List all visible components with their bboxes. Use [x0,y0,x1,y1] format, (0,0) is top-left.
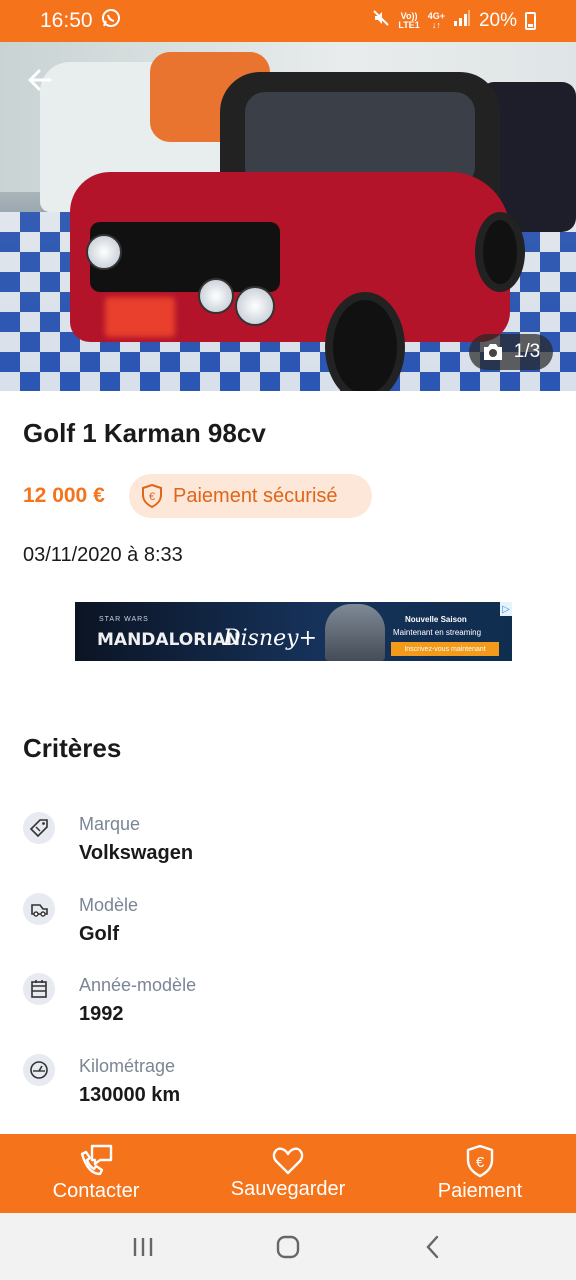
ad-headline: Nouvelle Saison [405,615,467,624]
network-type-indicator: 4G+ ↓↑ [428,12,445,30]
shield-euro-icon: € [466,1144,494,1178]
criteria-value: Volkswagen [79,842,194,864]
svg-text:€: € [149,491,155,503]
status-time: 16:50 [40,9,93,32]
home-button[interactable] [266,1225,310,1269]
contact-button[interactable]: Contacter [0,1134,192,1213]
data-arrows-icon: ↓↑ [431,20,441,30]
svg-text:€: € [476,1154,485,1171]
car-headlight-mid [198,278,234,314]
ad-mandalorian: MANDALORIAN [97,630,241,650]
criteria-label: Marque [79,814,141,834]
car-plate-blurred [105,297,175,337]
criteria-value: 130000 km [79,1084,181,1106]
tag-icon [23,812,55,844]
battery-icon [525,12,536,30]
battery-percent: 20% [478,10,517,31]
criteria-value: Golf [79,923,119,945]
signal-icon [453,9,471,33]
heart-icon [272,1147,304,1175]
secure-payment-label: Paiement sécurisé [173,484,338,507]
listing-title: Golf 1 Karman 98cv [23,418,266,448]
car-headlight-left [86,234,122,270]
car-headlight-right [235,286,275,326]
shield-euro-icon: € [142,484,162,508]
arrow-left-icon [28,69,52,91]
recent-apps-button[interactable] [121,1225,165,1269]
criteria-item-brand: Marque Volkswagen [23,812,543,876]
ad-mandalorian-figure [325,604,385,661]
calendar-icon [23,973,55,1005]
back-nav-button[interactable] [411,1225,455,1269]
ad-disney-logo: Disney+ [223,626,318,651]
photo-main-car [70,72,525,391]
home-icon [276,1235,300,1258]
car-wheel-rear [475,212,525,292]
ad-star-wars: STAR WARS [99,616,149,623]
criteria-title: Critères [23,733,122,763]
ad-banner[interactable]: STAR WARS MANDALORIAN Disney+ Nouvelle S… [75,602,512,661]
listing-price: 12 000 € [23,484,105,507]
save-button[interactable]: Sauvegarder [192,1134,384,1213]
ad-choices-icon[interactable]: ▷ [500,602,512,616]
status-right: Vo)) LTE1 4G+ ↓↑ 20% [372,9,536,33]
payment-label: Paiement [437,1180,523,1202]
chevron-left-icon [426,1235,439,1258]
criteria-item-mileage: Kilométrage 130000 km [23,1054,543,1118]
bottom-action-bar: Contacter Sauvegarder € Paiement [0,1134,576,1213]
criteria-label: Année-modèle [79,975,197,995]
back-button[interactable] [22,62,58,98]
criteria-item-model: Modèle Golf [23,893,543,957]
volte-bottom: LTE1 [398,20,420,30]
gauge-icon [23,1054,55,1086]
volte-indicator: Vo)) LTE1 [398,12,419,30]
criteria-item-year: Année-modèle 1992 [23,973,543,1037]
payment-button[interactable]: € Paiement [384,1134,576,1213]
whatsapp-icon [101,8,121,34]
recent-apps-icon [133,1237,152,1256]
save-label: Sauvegarder [230,1178,346,1200]
status-left: 16:50 [40,8,121,34]
criteria-label: Kilométrage [79,1056,176,1076]
photo-counter-text: 1/3 [513,341,541,362]
system-nav-bar [0,1213,576,1280]
photo-counter[interactable]: 1/3 [469,334,553,370]
criteria-label: Modèle [79,895,139,915]
phone-chat-icon [80,1144,113,1176]
car-icon [23,893,55,925]
ad-cta-button[interactable]: Inscrivez-vous maintenant [391,642,499,656]
criteria-value: 1992 [79,1003,124,1025]
camera-icon [483,344,502,360]
status-bar: 16:50 Vo)) LTE1 4G+ ↓↑ 20% [0,0,576,42]
listing-date: 03/11/2020 à 8:33 [23,544,183,566]
contact-label: Contacter [52,1180,140,1202]
ad-subline: Maintenant en streaming [393,628,482,637]
mute-icon [372,9,390,33]
car-wheel-front [325,292,405,391]
secure-payment-badge[interactable]: € Paiement sécurisé [129,474,372,518]
